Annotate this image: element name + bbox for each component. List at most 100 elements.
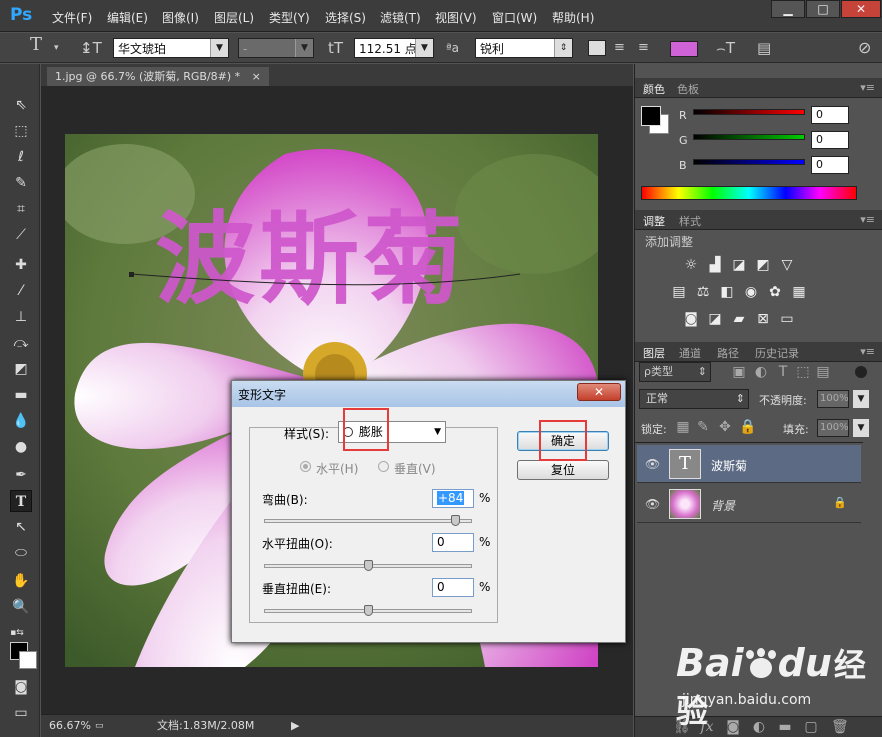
text-color-swatch[interactable]	[670, 41, 698, 57]
exposure-icon[interactable]: ◩	[755, 257, 771, 273]
visibility-eye-icon[interactable]: 👁	[645, 457, 660, 471]
background-color-swatch[interactable]	[19, 651, 37, 669]
layer-name[interactable]: 背景	[711, 497, 735, 514]
path-anchor-point[interactable]	[129, 272, 134, 277]
tab-color[interactable]: 颜色	[643, 81, 665, 97]
color-foreground-swatch[interactable]	[641, 106, 661, 126]
channel-b-input[interactable]: 0	[811, 156, 849, 174]
pen-tool-icon[interactable]: ✒	[10, 464, 32, 486]
lock-position-icon[interactable]: ✥	[717, 419, 733, 435]
tab-paths[interactable]: 路径	[717, 345, 739, 361]
menu-help[interactable]: 帮助(H)	[552, 9, 594, 26]
vibrance-icon[interactable]: ▽	[779, 257, 795, 273]
filter-type-icon[interactable]: T	[775, 364, 791, 380]
photo-filter-icon[interactable]: ◉	[743, 284, 759, 300]
tab-styles[interactable]: 样式	[679, 213, 701, 229]
tab-swatches[interactable]: 色板	[677, 81, 699, 97]
vertical-distortion-input[interactable]: 0	[432, 578, 474, 597]
blend-mode-select[interactable]: 正常 ⇕	[639, 389, 749, 409]
channel-r-input[interactable]: 0	[811, 106, 849, 124]
text-orientation-icon[interactable]: ↨T	[80, 40, 102, 56]
minimize-button[interactable]: ▁	[771, 0, 805, 18]
warp-text-icon[interactable]: ⌢T	[716, 40, 735, 56]
type-tool-icon[interactable]: T	[10, 490, 32, 512]
quick-mask-icon[interactable]: ◙	[10, 676, 32, 698]
zoom-tool-icon[interactable]: 🔍	[10, 596, 32, 618]
menu-select[interactable]: 选择(S)	[325, 9, 366, 26]
font-size-input[interactable]: 112.51 点 ▼	[354, 38, 434, 58]
eyedropper-tool-icon[interactable]: ⟋	[10, 224, 32, 246]
bend-input[interactable]: +84	[432, 489, 474, 508]
blur-tool-icon[interactable]: 💧	[10, 410, 32, 432]
lock-all-icon[interactable]: 🔒	[739, 419, 756, 435]
move-tool-icon[interactable]: ⇖	[10, 94, 32, 116]
filter-smart-icon[interactable]: ▤	[815, 364, 831, 380]
hand-tool-icon[interactable]: ✋	[10, 570, 32, 592]
bend-slider[interactable]	[264, 519, 472, 523]
font-family-select[interactable]: 华文琥珀 ▼	[113, 38, 229, 58]
horizontal-distortion-input[interactable]: 0	[432, 533, 474, 552]
horizontal-distortion-thumb[interactable]	[364, 560, 373, 571]
tool-preset-chevron-icon[interactable]: ▾	[54, 40, 59, 56]
stamp-tool-icon[interactable]: ⊥	[10, 306, 32, 328]
lasso-tool-icon[interactable]: ℓ	[10, 146, 32, 168]
dialog-close-button[interactable]: ✕	[577, 383, 621, 401]
black-white-icon[interactable]: ◧	[719, 284, 735, 300]
posterize-icon[interactable]: ◪	[707, 311, 723, 327]
align-left-icon[interactable]	[588, 40, 606, 56]
zoom-level[interactable]: 66.67%	[49, 715, 91, 737]
threshold-icon[interactable]: ▰	[731, 311, 747, 327]
menu-file[interactable]: 文件(F)	[52, 9, 92, 26]
opacity-input[interactable]: 100%	[817, 390, 849, 408]
channel-g-slider[interactable]	[693, 134, 805, 140]
levels-icon[interactable]: ▟	[707, 257, 723, 273]
menu-view[interactable]: 视图(V)	[435, 9, 477, 26]
cancel-icon[interactable]: ⊘	[858, 40, 871, 56]
invert-icon[interactable]: ◙	[683, 311, 699, 327]
color-lookup-icon[interactable]: ▦	[791, 284, 807, 300]
filter-pixel-icon[interactable]: ▣	[731, 364, 747, 380]
reset-button[interactable]: 复位	[517, 460, 609, 480]
menu-layer[interactable]: 图层(L)	[214, 9, 254, 26]
panel-menu-icon[interactable]: ▾≡	[860, 345, 875, 358]
panel-menu-icon[interactable]: ▾≡	[860, 81, 875, 94]
visibility-eye-icon[interactable]: 👁	[645, 497, 660, 511]
vertical-radio[interactable]	[378, 461, 389, 472]
history-brush-tool-icon[interactable]: ⤼	[10, 332, 32, 354]
layer-row[interactable]: 👁 背景 🔒	[637, 485, 861, 523]
layer-name[interactable]: 波斯菊	[711, 457, 747, 474]
ellipse-tool-icon[interactable]: ⬭	[10, 542, 32, 564]
character-panel-icon[interactable]: ▤	[757, 40, 771, 56]
menu-type[interactable]: 类型(Y)	[269, 9, 310, 26]
panel-menu-icon[interactable]: ▾≡	[860, 213, 875, 226]
curves-icon[interactable]: ◪	[731, 257, 747, 273]
color-balance-icon[interactable]: ⚖	[695, 284, 711, 300]
chevron-down-icon[interactable]: ▼	[853, 419, 869, 437]
menu-image[interactable]: 图像(I)	[162, 9, 199, 26]
layer-row[interactable]: 👁 T 波斯菊	[637, 445, 861, 483]
vertical-distortion-thumb[interactable]	[364, 605, 373, 616]
status-menu-arrow-icon[interactable]: ▶	[291, 715, 299, 737]
channel-r-slider[interactable]	[693, 109, 805, 115]
menu-filter[interactable]: 滤镜(T)	[380, 9, 421, 26]
channel-mixer-icon[interactable]: ✿	[767, 284, 783, 300]
font-style-select[interactable]: - ▼	[238, 38, 314, 58]
selective-color-icon[interactable]: ⊠	[755, 311, 771, 327]
document-tab[interactable]: 1.jpg @ 66.7% (波斯菊, RGB/8#) * ×	[47, 67, 269, 86]
quick-select-tool-icon[interactable]: ✎	[10, 172, 32, 194]
filter-adjustment-icon[interactable]: ◐	[753, 364, 769, 380]
dodge-tool-icon[interactable]: ●	[10, 436, 32, 458]
brightness-icon[interactable]: ☼	[683, 257, 699, 273]
antialias-select[interactable]: 锐利 ⇕	[475, 38, 573, 58]
channel-b-slider[interactable]	[693, 159, 805, 165]
horizontal-radio[interactable]	[300, 461, 311, 472]
tab-layers[interactable]: 图层	[643, 345, 665, 361]
lock-transparent-icon[interactable]: ▦	[675, 419, 691, 435]
filter-shape-icon[interactable]: ⬚	[795, 364, 811, 380]
brush-tool-icon[interactable]: ⁄	[10, 280, 32, 302]
chevron-down-icon[interactable]: ▼	[853, 390, 869, 408]
marquee-tool-icon[interactable]: ⬚	[10, 120, 32, 142]
type-tool-icon[interactable]: T	[30, 36, 42, 54]
align-center-icon[interactable]: ≡	[614, 40, 625, 56]
healing-brush-tool-icon[interactable]: ✚	[10, 254, 32, 276]
